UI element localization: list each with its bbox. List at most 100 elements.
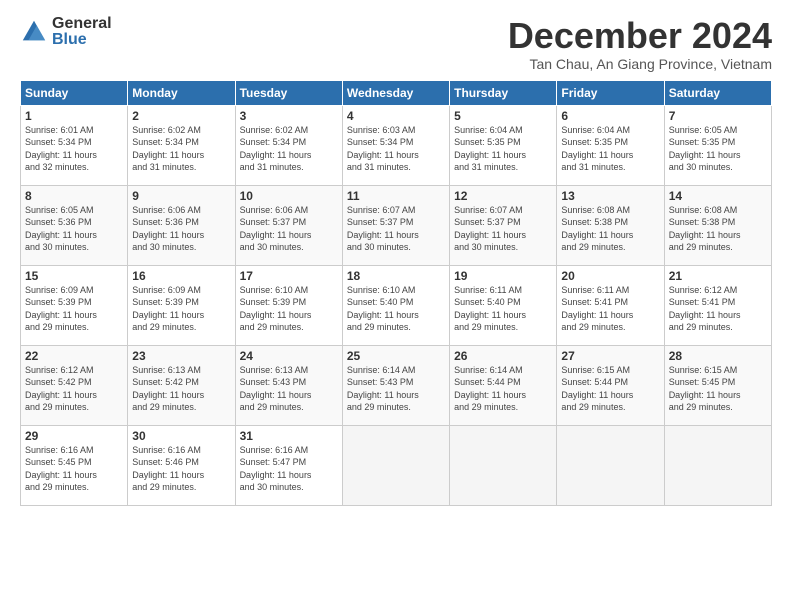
day-number: 18: [347, 269, 445, 283]
table-row: 23Sunrise: 6:13 AM Sunset: 5:42 PM Dayli…: [128, 345, 235, 425]
day-number: 5: [454, 109, 552, 123]
logo-icon: [20, 18, 48, 46]
day-number: 9: [132, 189, 230, 203]
calendar-week-row: 8Sunrise: 6:05 AM Sunset: 5:36 PM Daylig…: [21, 185, 772, 265]
day-info: Sunrise: 6:16 AM Sunset: 5:47 PM Dayligh…: [240, 444, 338, 494]
table-row: 14Sunrise: 6:08 AM Sunset: 5:38 PM Dayli…: [664, 185, 771, 265]
table-row: 19Sunrise: 6:11 AM Sunset: 5:40 PM Dayli…: [450, 265, 557, 345]
logo-general: General: [52, 16, 112, 32]
day-info: Sunrise: 6:13 AM Sunset: 5:42 PM Dayligh…: [132, 364, 230, 414]
day-info: Sunrise: 6:11 AM Sunset: 5:40 PM Dayligh…: [454, 284, 552, 334]
day-info: Sunrise: 6:09 AM Sunset: 5:39 PM Dayligh…: [132, 284, 230, 334]
day-number: 8: [25, 189, 123, 203]
day-info: Sunrise: 6:09 AM Sunset: 5:39 PM Dayligh…: [25, 284, 123, 334]
table-row: 17Sunrise: 6:10 AM Sunset: 5:39 PM Dayli…: [235, 265, 342, 345]
table-row: [664, 425, 771, 505]
day-number: 20: [561, 269, 659, 283]
table-row: 29Sunrise: 6:16 AM Sunset: 5:45 PM Dayli…: [21, 425, 128, 505]
day-info: Sunrise: 6:03 AM Sunset: 5:34 PM Dayligh…: [347, 124, 445, 174]
col-thursday: Thursday: [450, 80, 557, 105]
col-monday: Monday: [128, 80, 235, 105]
day-number: 3: [240, 109, 338, 123]
day-number: 14: [669, 189, 767, 203]
day-info: Sunrise: 6:04 AM Sunset: 5:35 PM Dayligh…: [454, 124, 552, 174]
col-sunday: Sunday: [21, 80, 128, 105]
day-info: Sunrise: 6:14 AM Sunset: 5:44 PM Dayligh…: [454, 364, 552, 414]
table-row: [342, 425, 449, 505]
calendar-title: December 2024: [508, 16, 772, 56]
day-number: 29: [25, 429, 123, 443]
day-number: 22: [25, 349, 123, 363]
day-info: Sunrise: 6:07 AM Sunset: 5:37 PM Dayligh…: [454, 204, 552, 254]
calendar-header-row: Sunday Monday Tuesday Wednesday Thursday…: [21, 80, 772, 105]
table-row: 26Sunrise: 6:14 AM Sunset: 5:44 PM Dayli…: [450, 345, 557, 425]
table-row: 13Sunrise: 6:08 AM Sunset: 5:38 PM Dayli…: [557, 185, 664, 265]
day-info: Sunrise: 6:12 AM Sunset: 5:41 PM Dayligh…: [669, 284, 767, 334]
table-row: [557, 425, 664, 505]
day-info: Sunrise: 6:02 AM Sunset: 5:34 PM Dayligh…: [132, 124, 230, 174]
page: General Blue December 2024 Tan Chau, An …: [0, 0, 792, 612]
table-row: 21Sunrise: 6:12 AM Sunset: 5:41 PM Dayli…: [664, 265, 771, 345]
day-number: 17: [240, 269, 338, 283]
day-info: Sunrise: 6:08 AM Sunset: 5:38 PM Dayligh…: [561, 204, 659, 254]
table-row: 31Sunrise: 6:16 AM Sunset: 5:47 PM Dayli…: [235, 425, 342, 505]
col-wednesday: Wednesday: [342, 80, 449, 105]
day-number: 31: [240, 429, 338, 443]
day-info: Sunrise: 6:04 AM Sunset: 5:35 PM Dayligh…: [561, 124, 659, 174]
title-block: December 2024 Tan Chau, An Giang Provinc…: [508, 16, 772, 72]
day-number: 23: [132, 349, 230, 363]
col-tuesday: Tuesday: [235, 80, 342, 105]
day-number: 12: [454, 189, 552, 203]
day-info: Sunrise: 6:05 AM Sunset: 5:36 PM Dayligh…: [25, 204, 123, 254]
table-row: 27Sunrise: 6:15 AM Sunset: 5:44 PM Dayli…: [557, 345, 664, 425]
day-number: 13: [561, 189, 659, 203]
day-number: 26: [454, 349, 552, 363]
logo: General Blue: [20, 16, 112, 48]
day-number: 19: [454, 269, 552, 283]
day-info: Sunrise: 6:10 AM Sunset: 5:39 PM Dayligh…: [240, 284, 338, 334]
day-info: Sunrise: 6:15 AM Sunset: 5:45 PM Dayligh…: [669, 364, 767, 414]
logo-text: General Blue: [52, 16, 112, 48]
day-info: Sunrise: 6:06 AM Sunset: 5:37 PM Dayligh…: [240, 204, 338, 254]
day-info: Sunrise: 6:06 AM Sunset: 5:36 PM Dayligh…: [132, 204, 230, 254]
day-number: 4: [347, 109, 445, 123]
calendar-week-row: 15Sunrise: 6:09 AM Sunset: 5:39 PM Dayli…: [21, 265, 772, 345]
table-row: 25Sunrise: 6:14 AM Sunset: 5:43 PM Dayli…: [342, 345, 449, 425]
day-info: Sunrise: 6:01 AM Sunset: 5:34 PM Dayligh…: [25, 124, 123, 174]
day-number: 11: [347, 189, 445, 203]
day-info: Sunrise: 6:07 AM Sunset: 5:37 PM Dayligh…: [347, 204, 445, 254]
col-saturday: Saturday: [664, 80, 771, 105]
day-number: 1: [25, 109, 123, 123]
table-row: 6Sunrise: 6:04 AM Sunset: 5:35 PM Daylig…: [557, 105, 664, 185]
day-number: 2: [132, 109, 230, 123]
calendar-subtitle: Tan Chau, An Giang Province, Vietnam: [508, 56, 772, 72]
table-row: 15Sunrise: 6:09 AM Sunset: 5:39 PM Dayli…: [21, 265, 128, 345]
table-row: 3Sunrise: 6:02 AM Sunset: 5:34 PM Daylig…: [235, 105, 342, 185]
calendar-week-row: 29Sunrise: 6:16 AM Sunset: 5:45 PM Dayli…: [21, 425, 772, 505]
table-row: 5Sunrise: 6:04 AM Sunset: 5:35 PM Daylig…: [450, 105, 557, 185]
table-row: 30Sunrise: 6:16 AM Sunset: 5:46 PM Dayli…: [128, 425, 235, 505]
table-row: 18Sunrise: 6:10 AM Sunset: 5:40 PM Dayli…: [342, 265, 449, 345]
calendar-week-row: 1Sunrise: 6:01 AM Sunset: 5:34 PM Daylig…: [21, 105, 772, 185]
day-number: 25: [347, 349, 445, 363]
table-row: 11Sunrise: 6:07 AM Sunset: 5:37 PM Dayli…: [342, 185, 449, 265]
table-row: 2Sunrise: 6:02 AM Sunset: 5:34 PM Daylig…: [128, 105, 235, 185]
day-info: Sunrise: 6:11 AM Sunset: 5:41 PM Dayligh…: [561, 284, 659, 334]
table-row: 4Sunrise: 6:03 AM Sunset: 5:34 PM Daylig…: [342, 105, 449, 185]
day-number: 28: [669, 349, 767, 363]
table-row: 28Sunrise: 6:15 AM Sunset: 5:45 PM Dayli…: [664, 345, 771, 425]
day-info: Sunrise: 6:10 AM Sunset: 5:40 PM Dayligh…: [347, 284, 445, 334]
calendar-week-row: 22Sunrise: 6:12 AM Sunset: 5:42 PM Dayli…: [21, 345, 772, 425]
table-row: 24Sunrise: 6:13 AM Sunset: 5:43 PM Dayli…: [235, 345, 342, 425]
day-number: 6: [561, 109, 659, 123]
table-row: 8Sunrise: 6:05 AM Sunset: 5:36 PM Daylig…: [21, 185, 128, 265]
day-info: Sunrise: 6:15 AM Sunset: 5:44 PM Dayligh…: [561, 364, 659, 414]
table-row: 12Sunrise: 6:07 AM Sunset: 5:37 PM Dayli…: [450, 185, 557, 265]
calendar-table: Sunday Monday Tuesday Wednesday Thursday…: [20, 80, 772, 506]
day-info: Sunrise: 6:16 AM Sunset: 5:45 PM Dayligh…: [25, 444, 123, 494]
table-row: 9Sunrise: 6:06 AM Sunset: 5:36 PM Daylig…: [128, 185, 235, 265]
day-info: Sunrise: 6:12 AM Sunset: 5:42 PM Dayligh…: [25, 364, 123, 414]
day-info: Sunrise: 6:16 AM Sunset: 5:46 PM Dayligh…: [132, 444, 230, 494]
table-row: 16Sunrise: 6:09 AM Sunset: 5:39 PM Dayli…: [128, 265, 235, 345]
table-row: [450, 425, 557, 505]
